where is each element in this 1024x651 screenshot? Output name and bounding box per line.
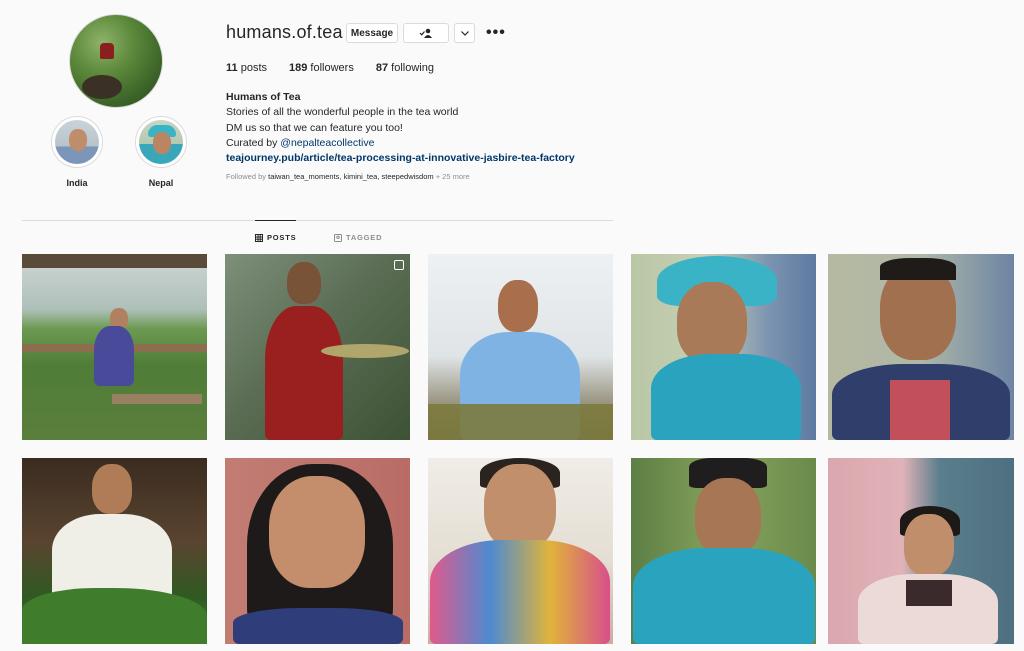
tea-basket [321, 344, 409, 358]
bio-line: DM us so that we can feature you too! [226, 121, 403, 134]
profile-username: humans.of.tea [226, 22, 343, 42]
highlight-ring [51, 116, 103, 168]
story-highlight-nepal[interactable]: Nepal [135, 116, 187, 188]
highlight-ring [135, 116, 187, 168]
post-thumbnail[interactable] [828, 254, 1014, 440]
person-head [695, 478, 761, 556]
profile-display-name: Humans of Tea [226, 91, 301, 103]
tea-leaves [22, 588, 207, 644]
following-button[interactable] [403, 23, 449, 43]
tea-leaves [428, 404, 613, 440]
tab-posts[interactable]: POSTS [255, 233, 296, 242]
highlight-face [153, 132, 171, 154]
curator-mention-link[interactable]: @nepalteacollective [280, 137, 374, 149]
tabs-divider [22, 220, 613, 221]
post-thumbnail[interactable] [225, 254, 410, 440]
person-body [633, 548, 815, 644]
person-head [498, 280, 538, 332]
person-head [92, 464, 132, 514]
tab-label: TAGGED [346, 233, 383, 242]
highlight-face [69, 129, 87, 151]
bio-curated: Curated by @nepalteacollective [226, 136, 375, 149]
post-thumbnail[interactable] [828, 458, 1014, 644]
message-button[interactable]: Message [346, 23, 398, 43]
highlight-cover [139, 120, 183, 164]
person-head [904, 514, 954, 576]
profile-avatar[interactable] [69, 14, 163, 108]
post-thumbnail[interactable] [631, 254, 816, 440]
post-thumbnail[interactable] [631, 458, 816, 644]
person-check-icon [419, 28, 432, 38]
grid-icon [255, 233, 263, 242]
highlight-label: Nepal [148, 178, 174, 188]
post-thumbnail[interactable] [22, 458, 207, 644]
post-thumbnail[interactable] [22, 254, 207, 440]
pavilion-roof [22, 254, 207, 268]
followers-count[interactable]: 189 followers [289, 62, 354, 74]
person-body [94, 326, 134, 386]
highlight-cover [55, 120, 99, 164]
person-head [677, 282, 747, 364]
chevron-down-icon [460, 30, 469, 36]
carousel-icon [394, 260, 404, 270]
tab-label: POSTS [267, 233, 297, 242]
tab-tagged[interactable]: TAGGED [334, 233, 382, 242]
suggestions-dropdown-button[interactable] [454, 23, 475, 43]
person-body [430, 540, 610, 644]
active-tab-indicator [255, 220, 296, 221]
post-thumbnail[interactable] [428, 254, 613, 440]
avatar-rock [82, 75, 122, 99]
person-body [233, 608, 403, 644]
bio-line: Stories of all the wonderful people in t… [226, 106, 459, 119]
followed-by[interactable]: Followed by taiwan_tea_moments, kimini_t… [226, 172, 470, 181]
person-body [265, 306, 343, 440]
avatar-person [100, 43, 114, 59]
person-head [269, 476, 365, 588]
following-count[interactable]: 87 following [376, 62, 434, 74]
profile-bio: Humans of Tea Stories of all the wonderf… [226, 90, 575, 166]
more-options-button[interactable]: ••• [486, 24, 506, 42]
bio-website-link[interactable]: teajourney.pub/article/tea-processing-at… [226, 151, 575, 166]
person-head [287, 262, 321, 304]
tag-portrait-icon [334, 233, 342, 242]
bench [112, 394, 202, 404]
story-highlight-india[interactable]: India [51, 116, 103, 188]
post-thumbnail[interactable] [225, 458, 410, 644]
highlight-label: India [66, 178, 88, 188]
post-thumbnail[interactable] [428, 458, 613, 644]
profile-stats: 11 posts 189 followers 87 following [226, 62, 434, 74]
shirt-pattern [890, 380, 950, 440]
person-hair [880, 258, 956, 280]
person-body [651, 354, 801, 440]
person-head [484, 464, 556, 550]
shirt [906, 580, 952, 606]
posts-count: 11 posts [226, 62, 267, 74]
